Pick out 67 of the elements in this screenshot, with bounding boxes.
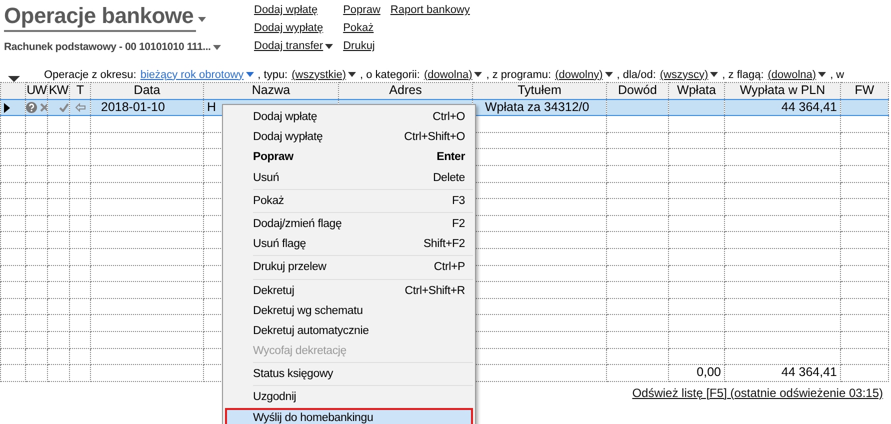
caret-icon bbox=[604, 72, 613, 78]
total-cell: 0,00 bbox=[696, 366, 721, 380]
filter-label: , dla/od: bbox=[616, 68, 656, 83]
filter-label: , z programu: bbox=[486, 68, 552, 83]
total-cell: 44 364,41 bbox=[781, 366, 837, 380]
column-header[interactable]: Wpłata bbox=[668, 82, 724, 100]
column-header[interactable]: Data bbox=[90, 82, 204, 100]
action-link[interactable]: Raport bankowy bbox=[390, 4, 470, 16]
filter-label: , w bbox=[830, 68, 844, 83]
column-header[interactable]: UW bbox=[26, 82, 48, 100]
filter-link[interactable]: (dowolna) bbox=[768, 68, 816, 81]
caret-icon bbox=[198, 17, 206, 22]
filter-label: , z flagą: bbox=[722, 68, 764, 83]
filter-link[interactable]: (wszyscy) bbox=[660, 68, 708, 81]
action-link[interactable]: Pokaż bbox=[343, 22, 374, 34]
table-cell: H bbox=[207, 100, 216, 114]
check-icon bbox=[59, 103, 68, 112]
question-icon bbox=[26, 102, 37, 114]
menu-item[interactable]: Dekretuj automatycznie bbox=[225, 320, 473, 342]
filter-link[interactable]: bieżący rok obrotowy bbox=[140, 68, 244, 81]
menu-item[interactable]: Wyślij do homebankingu bbox=[225, 408, 473, 424]
menu-item[interactable]: Drukuj przelew Ctrl+P bbox=[225, 257, 473, 278]
caret-icon bbox=[246, 72, 254, 78]
column-header[interactable]: Tytułem bbox=[472, 82, 606, 100]
filter-label: Operacje z okresu: bbox=[44, 68, 136, 83]
caret-icon bbox=[474, 72, 482, 78]
caret-icon bbox=[348, 72, 356, 78]
column-header[interactable]: KW bbox=[48, 82, 70, 100]
menu-item[interactable]: Popraw Enter bbox=[225, 147, 473, 168]
column-header[interactable]: Dowód bbox=[606, 82, 668, 100]
filter-link[interactable]: (wszystkie) bbox=[292, 68, 346, 81]
column-header[interactable]: T bbox=[70, 82, 90, 100]
account-label: Rachunek podstawowy - 00 10101010 111... bbox=[4, 41, 211, 53]
row-pointer-icon bbox=[4, 102, 10, 113]
filter-link[interactable]: (dowolny) bbox=[555, 68, 603, 81]
table-cell: Wpłata za 34312/0 bbox=[485, 100, 590, 114]
menu-item[interactable]: Usuń Delete bbox=[225, 168, 473, 188]
menu-item[interactable]: Status księgowy bbox=[225, 364, 473, 384]
refresh-link[interactable]: Odśwież listę [F5] (ostatnie odświeżenie 03:15) bbox=[632, 386, 883, 400]
action-link[interactable]: Drukuj bbox=[343, 40, 375, 52]
amount-cell: 44 364,41 bbox=[781, 100, 837, 114]
filter-label: , o kategorii: bbox=[360, 68, 420, 83]
arrow-left-icon bbox=[74, 103, 86, 112]
column-header[interactable]: Nazwa bbox=[204, 82, 338, 100]
menu-item[interactable]: Dodaj wypłatę Ctrl+Shift+O bbox=[225, 127, 473, 148]
table-cell: 2018-01-10 bbox=[101, 100, 165, 114]
menu-item[interactable]: Usuń flagę Shift+F2 bbox=[225, 234, 473, 254]
action-link[interactable]: Dodaj wpłatę bbox=[254, 4, 318, 16]
menu-item[interactable]: Dodaj/zmień flagę F2 bbox=[225, 214, 473, 234]
page-title: Operacje bankowe bbox=[4, 2, 196, 32]
menu-item[interactable]: Dodaj wpłatę Ctrl+O bbox=[225, 107, 473, 128]
cross-icon bbox=[40, 103, 46, 112]
caret-icon bbox=[818, 72, 826, 78]
column-header[interactable]: Adres bbox=[338, 82, 472, 100]
caret-icon bbox=[710, 72, 718, 78]
filter-label: , typu: bbox=[258, 68, 288, 83]
action-link[interactable]: Dodaj wypłatę bbox=[254, 22, 324, 34]
action-link[interactable]: Dodaj transfer bbox=[254, 40, 324, 52]
caret-icon bbox=[212, 44, 221, 50]
menu-item[interactable]: Uzgodnij bbox=[225, 387, 473, 408]
menu-item[interactable]: Pokaż F3 bbox=[225, 190, 473, 211]
column-header[interactable]: FW bbox=[840, 82, 888, 100]
action-link[interactable]: Popraw bbox=[343, 4, 380, 16]
menu-item[interactable]: Dekretuj wg schematu bbox=[225, 300, 473, 321]
filter-link[interactable]: (dowolna) bbox=[424, 68, 472, 81]
column-header[interactable]: Wypłata w PLN bbox=[724, 82, 840, 100]
menu-item[interactable]: Dekretuj Ctrl+Shift+R bbox=[225, 280, 473, 301]
